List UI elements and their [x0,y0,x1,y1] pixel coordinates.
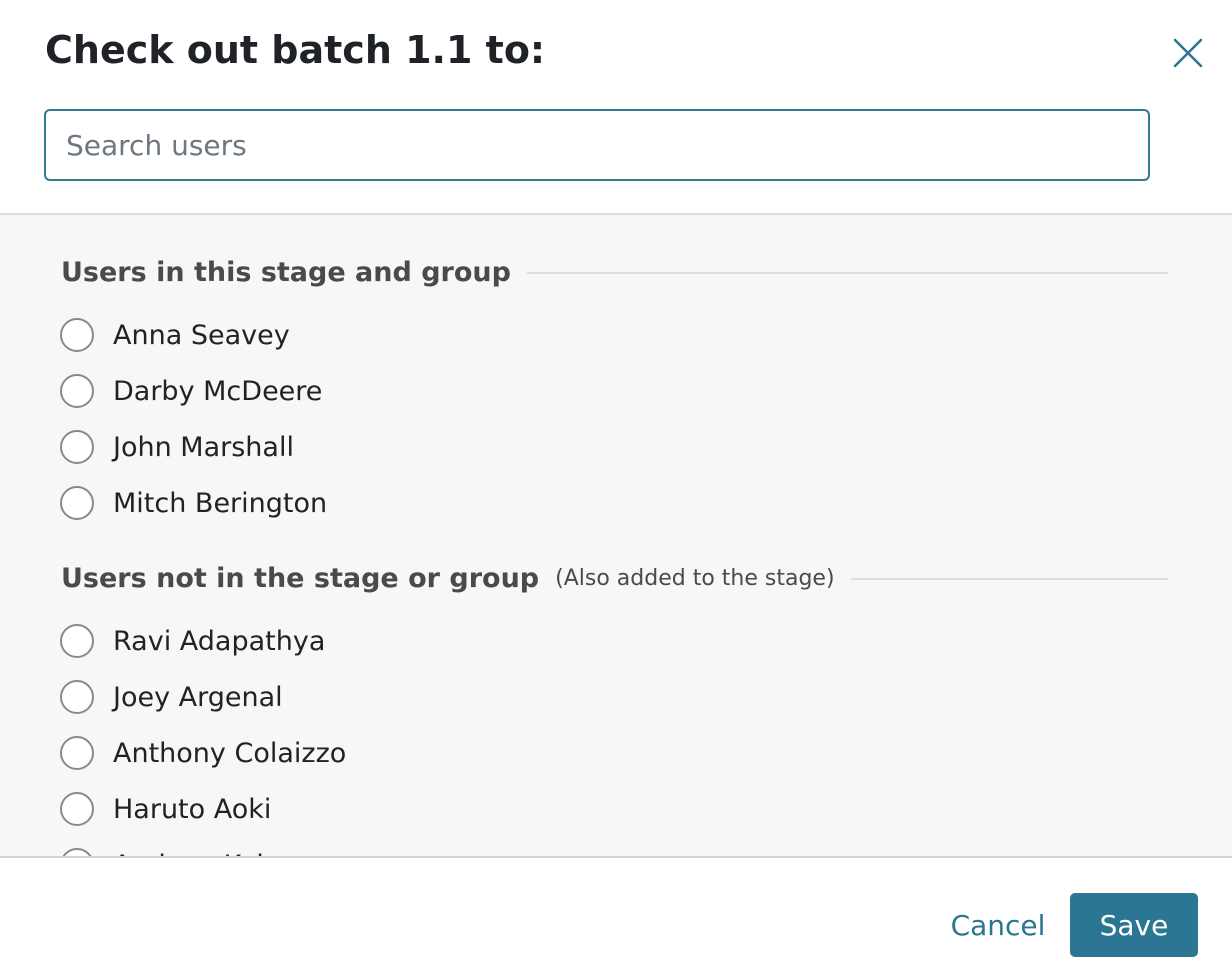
user-option[interactable]: Anna Seavey [60,315,290,355]
save-button[interactable]: Save [1070,893,1198,957]
section-divider [526,271,1168,274]
dialog-header: Check out batch 1.1 to: [0,0,1232,213]
search-field [44,109,1150,181]
user-name: Haruto Aoki [113,793,272,825]
user-option[interactable]: Ravi Adapathya [60,621,325,661]
user-list[interactable]: Users in this stage and group Anna Seave… [0,213,1232,858]
user-option[interactable]: Andrew Koh [60,845,274,857]
radio-button[interactable] [60,680,94,714]
user-name: Ravi Adapathya [113,625,326,657]
section-header-in-stage: Users in this stage and group [61,257,1168,288]
radio-button[interactable] [60,486,94,520]
section-title: Users in this stage and group [61,257,511,288]
section-title: Users not in the stage or group [61,563,540,594]
close-button[interactable] [1166,31,1210,75]
close-icon [1173,38,1203,68]
radio-button[interactable] [60,624,94,658]
section-header-not-in-stage: Users not in the stage or group (Also ad… [61,563,1168,594]
checkout-dialog: Check out batch 1.1 to: Users in this st… [0,0,1232,971]
user-name: John Marshall [113,431,294,463]
radio-button[interactable] [60,318,94,352]
cancel-button[interactable]: Cancel [940,893,1056,957]
user-name: Darby McDeere [113,375,323,407]
user-option[interactable]: Anthony Colaizzo [60,733,346,773]
user-option[interactable]: Darby McDeere [60,371,322,411]
radio-button[interactable] [60,736,94,770]
user-name: Andrew Koh [113,850,274,857]
user-option[interactable]: Haruto Aoki [60,789,271,829]
search-input[interactable] [46,111,1148,179]
radio-button[interactable] [60,848,94,856]
dialog-footer: Cancel Save [0,858,1232,971]
user-name: Anna Seavey [113,319,290,351]
user-name: Joey Argenal [113,681,283,713]
dialog-title: Check out batch 1.1 to: [45,28,546,72]
user-option[interactable]: John Marshall [60,427,294,467]
radio-button[interactable] [60,374,94,408]
user-option[interactable]: Joey Argenal [60,677,283,717]
user-name: Mitch Berington [113,487,328,519]
user-option[interactable]: Mitch Berington [60,483,327,523]
section-divider [850,577,1168,580]
radio-button[interactable] [60,430,94,464]
user-name: Anthony Colaizzo [113,737,347,769]
radio-button[interactable] [60,792,94,826]
section-note: (Also added to the stage) [555,566,835,591]
